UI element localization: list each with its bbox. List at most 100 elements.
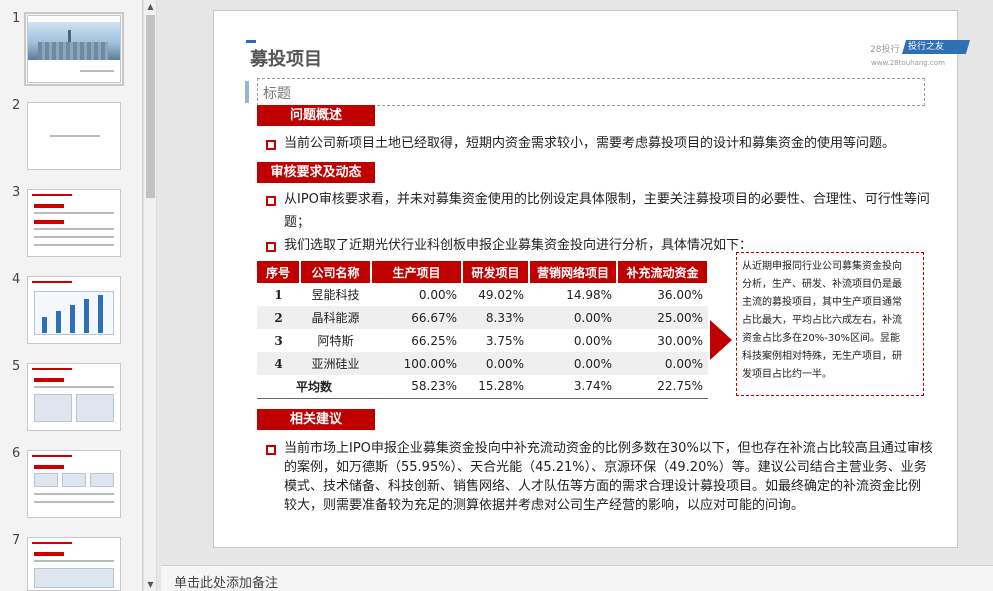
- slide-thumbnail-1[interactable]: [24, 12, 124, 86]
- bullet-icon: [266, 242, 276, 252]
- cell: 1: [274, 287, 283, 302]
- thumb-bar: [70, 305, 75, 333]
- thumb-bar: [84, 299, 89, 333]
- thumb-section: [34, 378, 64, 382]
- column-header: 研发项目: [462, 261, 530, 283]
- thumbnail-scrollbar[interactable]: ▲ ▼: [143, 0, 157, 591]
- cell: 36.00%: [657, 287, 703, 302]
- column-header: 营销网络项目: [529, 261, 618, 283]
- thumb-section: [34, 220, 64, 224]
- thumb-line: [50, 135, 100, 137]
- table-average-row: 平均数 58.23% 15.28% 3.74% 22.75%: [257, 375, 708, 399]
- bullet-text[interactable]: 从IPO审核要求看，并未对募集资金使用的比例设定具体限制，主要关注募投项目的必要…: [284, 190, 930, 210]
- callout-line: 科技案例相对特殊，无生产项目，研: [742, 351, 902, 362]
- cell: 0.00%: [573, 333, 612, 348]
- slide-canvas[interactable]: 募投项目 28投行 投行之友 www.28touhang.com 标题 问题概述…: [213, 10, 970, 548]
- bullet-icon: [266, 196, 276, 206]
- table-row: 1 昱能科技 0.00% 49.02% 14.98% 36.00%: [257, 283, 708, 306]
- slide-editor-area: 募投项目 28投行 投行之友 www.28touhang.com 标题 问题概述…: [161, 0, 993, 565]
- cell: 3: [274, 333, 283, 348]
- section-header: 审核要求及动态: [257, 162, 375, 183]
- cell: 66.25%: [411, 333, 457, 348]
- slide-title[interactable]: 募投项目: [250, 45, 322, 71]
- slide-thumbnail-2[interactable]: [27, 102, 121, 170]
- callout-line: 占比最大，平均占比六成左右，补流: [742, 315, 902, 326]
- callout-line: 分析，生产、研发、补流项目仍是最: [742, 279, 902, 290]
- thumb-line: [34, 493, 114, 495]
- thumb-box: [34, 568, 114, 588]
- table-row: 3 阿特斯 66.25% 3.75% 0.00% 30.00%: [257, 329, 708, 352]
- callout-line: 资金占比多在20%-30%区间。昱能: [742, 333, 901, 344]
- cell: 30.00%: [657, 333, 703, 348]
- logo-url: www.28touhang.com: [871, 59, 945, 67]
- thumb-chart: [34, 394, 72, 422]
- cell: 3.75%: [485, 333, 524, 348]
- slide-thumbnail-3[interactable]: [27, 189, 121, 257]
- bullet-text-cont[interactable]: 较大，则需要准备较为充足的测算依据并考虑对公司生产经营的影响，以应对可能的问询。: [284, 496, 804, 516]
- cell: 平均数: [257, 375, 371, 399]
- scroll-up-arrow-icon[interactable]: ▲: [145, 0, 156, 13]
- table-header-row: 序号 公司名称 生产项目 研发项目 营销网络项目 补充流动资金: [257, 261, 709, 283]
- thumb-line: [34, 560, 114, 562]
- bullet-text[interactable]: 我们选取了近期光伏行业科创板申报企业募集资金投向进行分析，具体情况如下：: [284, 236, 752, 256]
- thumb-line: [80, 70, 114, 72]
- subtitle-placeholder[interactable]: 标题: [257, 78, 925, 106]
- thumb-box: [62, 473, 86, 487]
- callout-line: 从近期申报同行业公司募集资金投向: [742, 261, 902, 272]
- city-skyline-image: [28, 22, 120, 60]
- pointer-arrow-icon: [710, 320, 732, 360]
- thumb-title-bar: [32, 368, 72, 370]
- slide-thumbnail-4[interactable]: [27, 276, 121, 344]
- thumb-title-bar: [32, 455, 72, 457]
- cell: 2: [257, 306, 300, 329]
- subtitle-accent: [245, 81, 249, 103]
- slide-number: 1: [12, 11, 21, 26]
- slide-number: 5: [12, 359, 21, 374]
- column-header: 序号: [257, 261, 301, 283]
- thumb-bar: [56, 311, 61, 333]
- callout-box[interactable]: 从近期申报同行业公司募集资金投向 分析，生产、研发、补流项目仍是最 主流的募投项…: [736, 252, 924, 396]
- bullet-text[interactable]: 当前公司新项目土地已经取得，短期内资金需求较小，需要考虑募投项目的设计和募集资金…: [284, 134, 895, 154]
- thumb-bar: [42, 317, 47, 333]
- slide-number: 2: [12, 98, 21, 113]
- section-header: 相关建议: [257, 409, 375, 430]
- data-table[interactable]: 序号 公司名称 生产项目 研发项目 营销网络项目 补充流动资金 1 昱能科技 0…: [257, 261, 709, 399]
- cell: 49.02%: [478, 287, 524, 302]
- thumb-title-bar: [32, 542, 72, 544]
- table-row: 2 晶科能源 66.67% 8.33% 0.00% 25.00%: [257, 306, 708, 329]
- slide-thumbnail-7[interactable]: [27, 537, 121, 591]
- cell: 晶科能源: [300, 306, 371, 329]
- logo-text: 28投行: [870, 45, 900, 55]
- cell: 15.28%: [462, 375, 529, 399]
- cell: 0.00%: [617, 352, 708, 375]
- section-header: 问题概述: [257, 105, 375, 126]
- cell: 100.00%: [371, 352, 462, 375]
- cell: 8.33%: [462, 306, 529, 329]
- table-row: 4 亚洲硅业 100.00% 0.00% 0.00% 0.00%: [257, 352, 708, 375]
- scrollbar-thumb[interactable]: [146, 15, 155, 198]
- column-header: 补充流动资金: [617, 261, 709, 283]
- slide-thumbnail-6[interactable]: [27, 450, 121, 518]
- cell: 14.98%: [566, 287, 612, 302]
- bullet-text-cont[interactable]: 的案例，如万德斯（55.95%）、天合光能（45.21%）、京源环保（49.20…: [284, 458, 927, 478]
- notes-pane[interactable]: 单击此处添加备注: [161, 565, 993, 591]
- thumb-line: [34, 501, 114, 503]
- thumb-line: [34, 212, 114, 214]
- bullet-text-cont[interactable]: 题；: [284, 213, 310, 233]
- slide-thumbnail-5[interactable]: [27, 363, 121, 431]
- thumb-section: [34, 465, 64, 469]
- cell: 3.74%: [529, 375, 617, 399]
- callout-line: 主流的募投项目，其中生产项目通常: [742, 297, 902, 308]
- bullet-text-cont[interactable]: 模式、技术储备、科技创新、销售网络、人才队伍等方面的需求合理设计募投项目。如最终…: [284, 477, 921, 497]
- title-accent: [246, 40, 256, 43]
- thumb-section: [34, 204, 64, 208]
- bullet-text[interactable]: 当前市场上IPO申报企业募集资金投向中补充流动资金的比例多数在30%以下，但也存…: [284, 439, 933, 459]
- bullet-icon: [266, 445, 276, 455]
- logo-badge: 投行之友: [902, 40, 970, 54]
- scroll-down-arrow-icon[interactable]: ▼: [145, 578, 156, 591]
- cell: 0.00%: [462, 352, 529, 375]
- thumb-line: [34, 244, 114, 246]
- cell: 0.00%: [529, 306, 617, 329]
- notes-placeholder[interactable]: 单击此处添加备注: [174, 576, 278, 591]
- callout-line: 发项目占比约一半。: [742, 369, 832, 380]
